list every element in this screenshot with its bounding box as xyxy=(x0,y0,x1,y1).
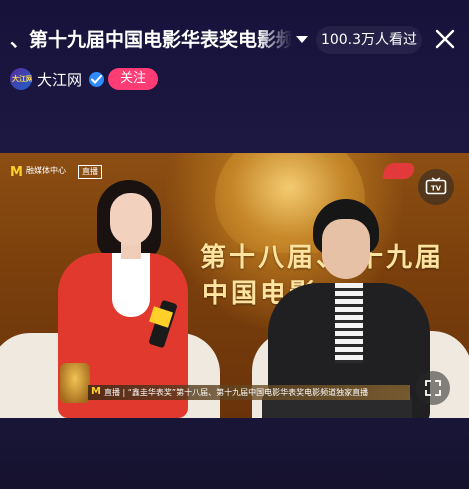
account-name[interactable]: 大江网 xyxy=(37,70,82,90)
fullscreen-icon[interactable] xyxy=(416,371,450,405)
follow-button[interactable]: 关注 xyxy=(108,68,158,90)
avatar-text: 大江网 xyxy=(12,75,32,83)
guest-shirt xyxy=(335,283,363,363)
verified-icon xyxy=(89,72,104,87)
avatar[interactable]: 大江网 xyxy=(10,68,32,90)
watermark-logo: M xyxy=(10,165,23,180)
stream-title[interactable]: 、第十九届中国电影华表奖电影频 xyxy=(10,28,292,52)
award-badge xyxy=(60,363,90,403)
lower-third-logo: M xyxy=(91,386,101,397)
chevron-down-icon[interactable] xyxy=(296,36,308,43)
host-shirt xyxy=(112,253,150,317)
top-bar: 、第十九届中国电影华表奖电影频 100.3万人看过 xyxy=(0,22,469,56)
tv-cast-icon[interactable]: TV xyxy=(418,169,454,205)
host-face xyxy=(110,193,152,245)
watermark-text: 融媒体中心 xyxy=(26,166,66,175)
live-stream-screen: 、第十九届中国电影华表奖电影频 100.3万人看过 大江网 大江网 关注 第十八… xyxy=(0,0,469,489)
viewer-count: 100.3万人看过 xyxy=(316,26,422,54)
lower-third-caption: M 直播 | “鑫圭华表奖”第十八届、第十九届中国电影华表奖电影频道独家直播 xyxy=(88,385,410,400)
live-tag: 直播 xyxy=(78,165,102,179)
guest-face xyxy=(322,219,370,279)
brand-logo-shape xyxy=(381,163,417,179)
video-player[interactable]: 第十八届、 十九届 中国电影 M 融媒体中心 直播 TV M 直播 | “鑫圭华… xyxy=(0,153,469,418)
lower-third-text: 直播 | “鑫圭华表奖”第十八届、第十九届中国电影华表奖电影频道独家直播 xyxy=(104,388,369,397)
close-icon[interactable] xyxy=(434,28,456,50)
svg-text:TV: TV xyxy=(431,185,442,193)
